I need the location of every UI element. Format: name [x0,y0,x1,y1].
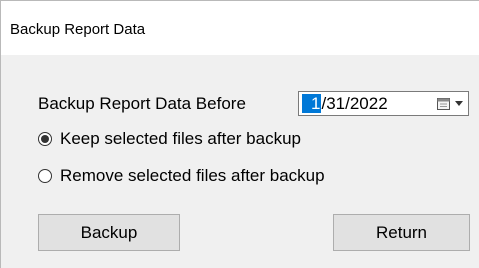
return-button[interactable]: Return [333,214,470,251]
keep-files-label[interactable]: Keep selected files after backup [60,129,301,149]
chevron-down-icon[interactable] [455,101,463,106]
date-value[interactable]: 1/31/2022 [302,94,388,113]
remove-files-radio[interactable] [38,169,52,183]
remove-files-option[interactable]: Remove selected files after backup [38,165,325,187]
remove-files-label[interactable]: Remove selected files after backup [60,166,325,186]
keep-files-radio[interactable] [38,132,52,146]
backup-date-picker[interactable]: 1/31/2022 [298,91,469,116]
backup-button[interactable]: Backup [38,214,180,251]
title-bar[interactable]: Backup Report Data [1,1,479,55]
backup-dialog: Backup Report Data Backup Report Data Be… [0,0,479,268]
window-title: Backup Report Data [10,21,146,38]
date-rest: /31/2022 [321,94,388,113]
calendar-icon[interactable] [437,97,450,110]
backup-before-label: Backup Report Data Before [38,94,246,113]
date-month-selected: 1 [302,94,322,113]
keep-files-option[interactable]: Keep selected files after backup [38,128,301,150]
